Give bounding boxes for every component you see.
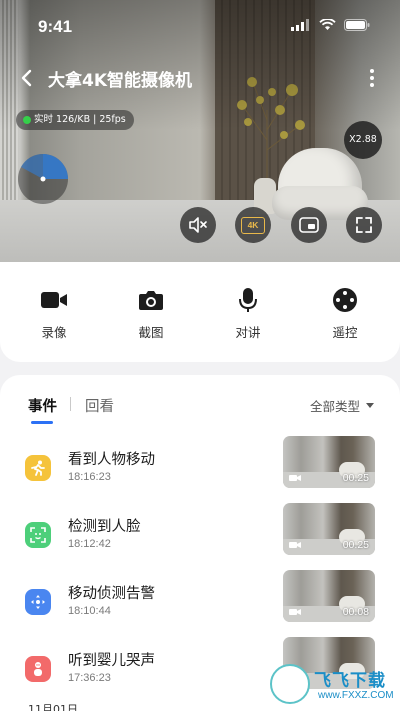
fullscreen-button[interactable] [346,207,382,243]
date-group-header: 11月01日 [28,703,78,711]
site-watermark: 飞飞下载 www.FXXZ.COM [270,662,396,708]
face-scan-glyph [30,527,46,543]
video-camera-icon [41,292,67,308]
event-title: 移动侦测告警 [68,586,155,602]
camera-icon [139,291,163,310]
live-status-badge: 实时 126/KB | 25fps [16,110,134,130]
tab-events[interactable]: 事件 [28,395,57,416]
event-time: 17:36:23 [68,672,111,684]
event-item[interactable]: 看到人物移动 18:16:23 00:25 [0,436,400,508]
motion-arrows-icon [25,589,51,615]
screenshot-label: 截图 [138,325,164,340]
baby-glyph [34,662,42,676]
quality-4k-button[interactable]: 4K [235,207,271,243]
running-person-icon [25,455,51,481]
running-person-glyph [31,460,45,476]
signal-icon [291,19,309,31]
caret-down-icon [366,402,374,408]
watermark-logo-icon [270,664,310,704]
intercom-button[interactable]: 对讲 [213,288,283,341]
event-item[interactable]: 移动侦测告警 18:10:44 00:08 [0,570,400,642]
event-time: 18:12:42 [68,538,111,550]
event-duration: 00:25 [342,539,369,551]
event-time: 18:10:44 [68,605,111,617]
zoom-level-badge[interactable]: X2.88 [344,121,382,159]
battery-icon [344,19,370,31]
live-dot-icon [23,116,31,124]
status-bar: 9:41 [0,0,400,52]
baby-icon [25,656,51,682]
events-panel: 事件 回看 全部类型 看到人物移动 18:16:23 00:25 检测到人脸 1… [0,375,400,711]
status-icons [291,19,370,31]
event-duration: 00:25 [342,472,369,484]
remote-control-button[interactable]: 遥控 [310,288,380,341]
watermark-text: 飞飞下载 [314,671,386,690]
video-camera-icon [289,475,301,481]
ptz-radar-icon[interactable] [17,153,69,205]
event-title: 看到人物移动 [68,452,155,468]
video-camera-icon [289,609,301,615]
event-thumbnail[interactable]: 00:08 [283,570,375,622]
joystick-icon [333,288,357,312]
tab-playback[interactable]: 回看 [85,395,114,416]
action-bar: 录像 截图 对讲 遥控 [0,262,400,362]
more-vertical-icon[interactable] [366,66,378,90]
mute-button[interactable] [180,207,216,243]
top-nav: 大拿4K智能摄像机 [0,60,400,96]
motion-arrows-glyph [31,595,45,609]
event-time: 18:16:23 [68,471,111,483]
camera-title: 大拿4K智能摄像机 [48,71,193,91]
quality-label: 4K [247,219,259,230]
pip-button[interactable] [291,207,327,243]
filter-label: 全部类型 [309,399,360,414]
record-button[interactable]: 录像 [19,288,89,341]
wifi-icon [319,19,336,30]
microphone-icon [239,288,257,312]
type-filter-dropdown[interactable]: 全部类型 [310,396,374,415]
face-scan-icon [25,522,51,548]
fullscreen-icon [356,217,372,233]
intercom-label: 对讲 [235,325,261,340]
watermark-url: www.FXXZ.COM [318,690,394,701]
event-title: 检测到人脸 [68,519,141,535]
speaker-mute-icon [189,217,207,233]
event-thumbnail[interactable]: 00:25 [283,503,375,555]
status-time: 9:41 [38,17,73,36]
event-title: 听到婴儿哭声 [68,653,155,669]
video-camera-icon [289,542,301,548]
screenshot-button[interactable]: 截图 [116,288,186,341]
back-arrow-icon[interactable] [16,64,38,92]
event-duration: 00:08 [342,606,369,618]
4k-icon: 4K [241,216,265,234]
picture-in-picture-icon [299,217,319,233]
remote-control-label: 遥控 [332,325,358,340]
event-item[interactable]: 检测到人脸 18:12:42 00:25 [0,503,400,575]
active-tab-indicator [31,421,53,424]
live-video-view[interactable]: 9:41 大拿4K智能摄像机 实时 126/KB | 25fps X2.88 4… [0,0,400,262]
record-label: 录像 [41,325,67,340]
live-status-text: 实时 126/KB | 25fps [34,114,126,125]
event-thumbnail[interactable]: 00:25 [283,436,375,488]
tab-divider [70,397,71,411]
